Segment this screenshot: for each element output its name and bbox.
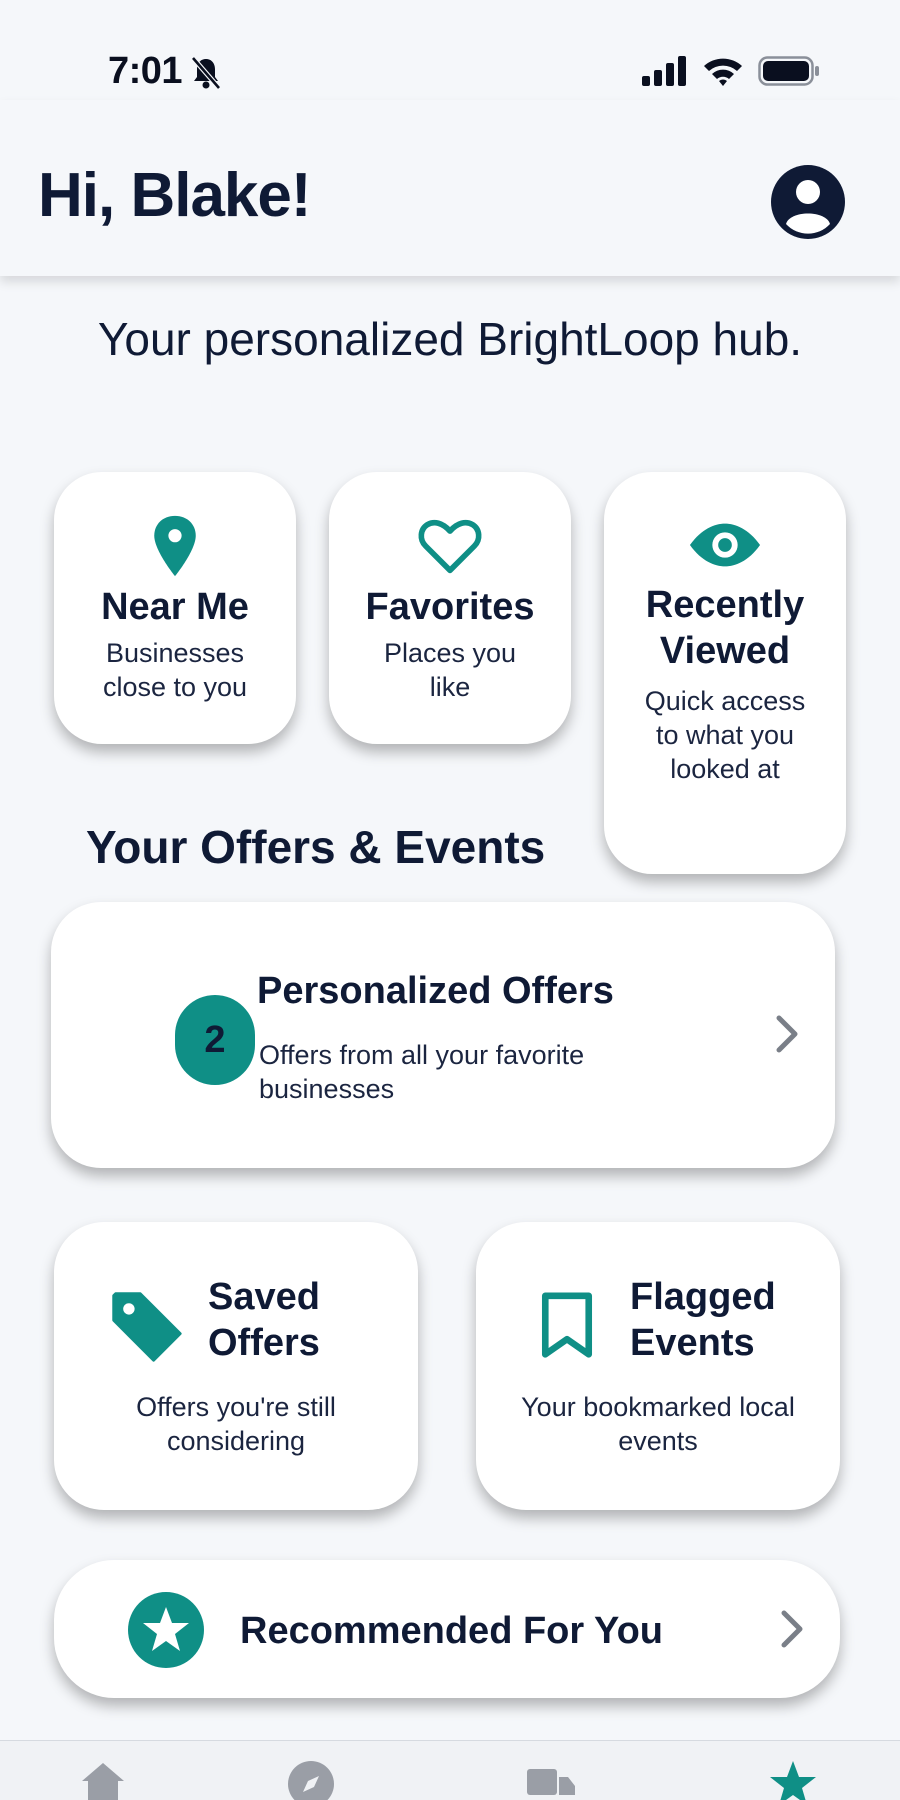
status-time: 7:01	[108, 50, 183, 92]
saved-offers-desc-line: Offers you're still	[136, 1392, 336, 1422]
header: Hi, Blake!	[0, 100, 900, 276]
personalized-offers-title: Personalized Offers	[257, 970, 614, 1012]
saved-offers-desc: Offers you're still considering	[54, 1390, 418, 1458]
personalized-offers-desc-line: Offers from all your favorite	[259, 1040, 585, 1070]
truck-icon[interactable]	[526, 1759, 576, 1800]
bookmark-icon	[541, 1292, 593, 1358]
flagged-events-desc-line: Your bookmarked local	[521, 1392, 795, 1422]
saved-offers-title-line: Saved	[208, 1276, 320, 1318]
saved-offers-desc-line: considering	[166, 1426, 306, 1456]
location-pin-icon	[154, 515, 196, 577]
personalized-offers-desc-line: businesses	[259, 1074, 395, 1104]
page-title: Hi, Blake!	[38, 161, 312, 230]
favorites-desc: Places you like	[329, 636, 571, 704]
favorites-desc-line: Places you	[383, 638, 517, 668]
recommended-title: Recommended For You	[240, 1610, 663, 1652]
chevron-right-icon	[781, 1610, 803, 1648]
saved-offers-title: Saved Offers	[208, 1274, 320, 1366]
favorites-desc-line: like	[429, 672, 471, 702]
favorites-tile[interactable]: Favorites Places you like	[329, 472, 571, 744]
personalized-offers-card[interactable]: 2 Personalized Offers Offers from all yo…	[51, 902, 835, 1168]
tab-bar	[0, 1740, 900, 1800]
eye-icon	[689, 523, 761, 567]
flagged-events-card[interactable]: Flagged Events Your bookmarked local eve…	[476, 1222, 840, 1510]
tag-icon	[112, 1292, 182, 1362]
offers-count-badge: 2	[175, 995, 255, 1085]
flagged-events-title: Flagged Events	[630, 1274, 776, 1366]
recently-viewed-title-line: Recently	[645, 584, 805, 626]
star-icon[interactable]	[768, 1759, 818, 1800]
bell-muted-icon	[191, 56, 221, 90]
subtitle: Your personalized BrightLoop hub.	[97, 313, 803, 365]
cellular-signal-icon	[642, 56, 686, 86]
near-me-tile[interactable]: Near Me Businesses close to you	[54, 472, 296, 744]
favorites-title: Favorites	[365, 586, 535, 628]
recently-viewed-title: Recently Viewed	[604, 582, 846, 674]
recently-viewed-desc: Quick access to what you looked at	[604, 684, 846, 786]
saved-offers-title-line: Offers	[208, 1322, 320, 1364]
heart-icon	[418, 519, 482, 574]
recently-viewed-desc-line: Quick access	[644, 686, 806, 716]
near-me-desc-line: close to you	[102, 672, 248, 702]
near-me-title: Near Me	[101, 586, 249, 628]
flagged-events-title-line: Events	[630, 1322, 755, 1364]
recently-viewed-title-line: Viewed	[659, 630, 791, 672]
star-icon	[128, 1592, 204, 1668]
recently-viewed-desc-line: looked at	[670, 754, 780, 784]
flagged-events-title-line: Flagged	[630, 1276, 776, 1318]
near-me-desc: Businesses close to you	[54, 636, 296, 704]
chevron-right-icon	[776, 1015, 798, 1053]
recommended-card[interactable]: Recommended For You	[54, 1560, 840, 1698]
personalized-offers-desc: Offers from all your favorite businesses	[259, 1038, 679, 1106]
flagged-events-desc: Your bookmarked local events	[476, 1390, 840, 1458]
status-bar: 7:01	[0, 0, 900, 100]
profile-avatar-icon[interactable]	[770, 164, 846, 240]
wifi-icon	[704, 58, 742, 86]
near-me-desc-line: Businesses	[105, 638, 245, 668]
recently-viewed-desc-line: to what you	[655, 720, 795, 750]
flagged-events-desc-line: events	[618, 1426, 698, 1456]
section-title: Your Offers & Events	[86, 821, 546, 873]
saved-offers-card[interactable]: Saved Offers Offers you're still conside…	[54, 1222, 418, 1510]
compass-icon[interactable]	[286, 1759, 336, 1800]
home-icon[interactable]	[78, 1759, 128, 1800]
battery-icon	[758, 56, 819, 86]
recently-viewed-tile[interactable]: Recently Viewed Quick access to what you…	[604, 472, 846, 874]
